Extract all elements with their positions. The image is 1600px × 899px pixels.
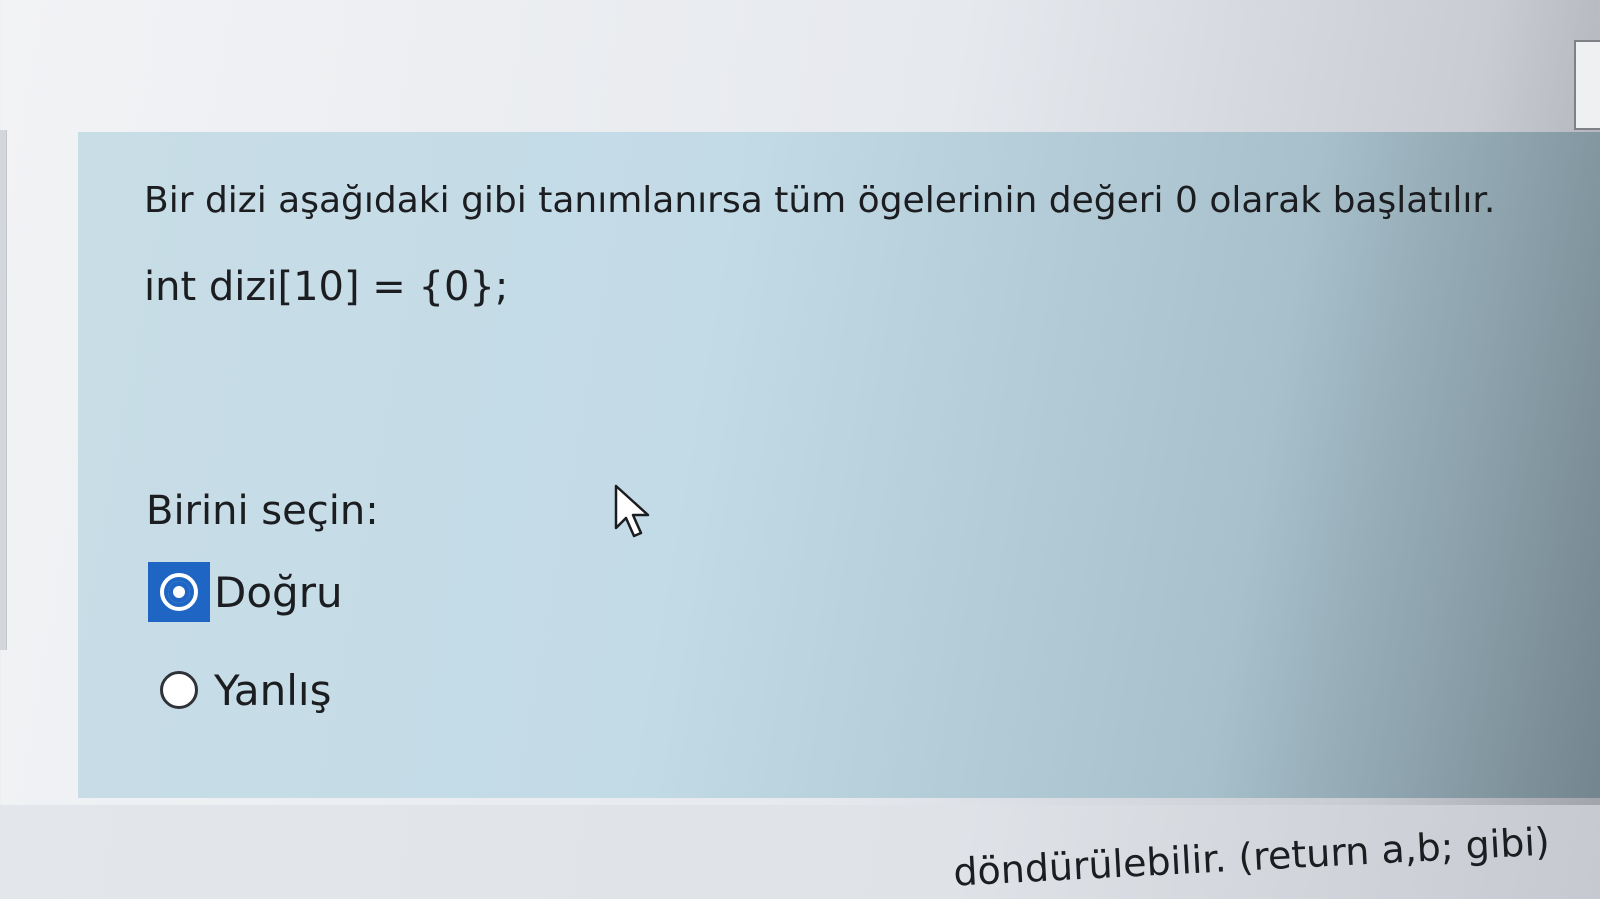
radio-button-unchecked[interactable] — [160, 671, 198, 709]
radio-button-checked[interactable] — [160, 573, 198, 611]
option-label[interactable]: Yanlış — [214, 666, 331, 715]
next-question-text: döndürülebilir. (return a,b; gibi) — [952, 819, 1551, 895]
radio-box[interactable] — [148, 660, 210, 720]
radio-focus-box[interactable] — [148, 562, 210, 622]
next-question-panel: döndürülebilir. (return a,b; gibi) — [0, 805, 1600, 899]
question-panel: Bir dizi aşağıdaki gibi tanımlanırsa tüm… — [78, 132, 1600, 798]
answer-prompt: Birini seçin: — [146, 488, 379, 534]
mouse-pointer-icon — [614, 484, 650, 538]
question-code: int dizi[10] = {0}; — [144, 264, 509, 310]
radio-dot — [168, 581, 190, 603]
corner-frame — [1574, 40, 1600, 130]
question-text: Bir dizi aşağıdaki gibi tanımlanırsa tüm… — [144, 180, 1496, 221]
option-false[interactable]: Yanlış — [148, 660, 331, 720]
option-true[interactable]: Doğru — [148, 562, 343, 622]
page-left-edge — [0, 130, 7, 650]
option-label[interactable]: Doğru — [214, 568, 343, 617]
